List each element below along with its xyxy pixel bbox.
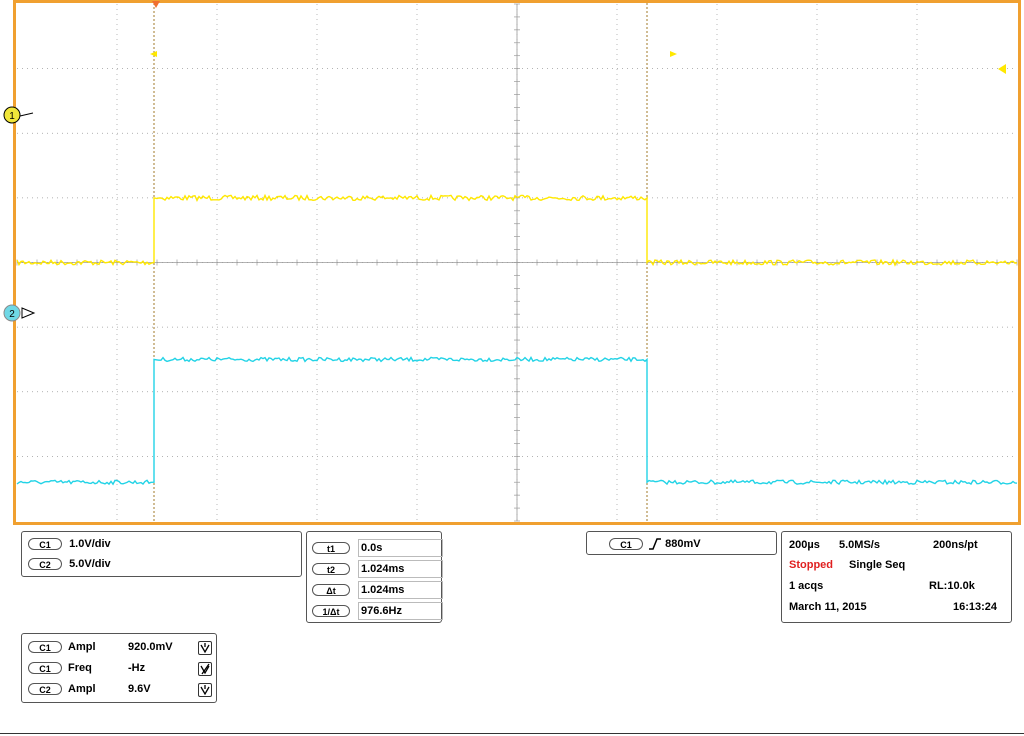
acquisition-mode[interactable]: Single Seq	[849, 559, 905, 571]
cursor-badge: t1	[312, 542, 350, 554]
trigger-panel[interactable]: C1 880mV	[586, 531, 777, 555]
measurement-value: 9.6V	[128, 683, 151, 695]
measurement-ok-icon	[198, 683, 212, 697]
measurement-value: 920.0mV	[128, 641, 173, 653]
scope-display[interactable]: 1 2	[0, 0, 1024, 530]
trigger-source-badge[interactable]: C1	[609, 538, 643, 550]
acquisition-time: 16:13:24	[953, 601, 998, 613]
resolution-value: 200ns/pt	[933, 539, 978, 551]
measurement-panel[interactable]: C1 Ampl 920.0mV C1 Freq -Hz C2 Ampl 9.6V	[21, 633, 217, 703]
acquisition-state[interactable]: Stopped	[789, 559, 833, 571]
cursor-value: 0.0s	[358, 539, 443, 557]
cursor-row-t1[interactable]: t1 0.0s	[312, 539, 443, 557]
cursor-row-delta[interactable]: Δt 1.024ms	[312, 581, 443, 599]
trigger-row[interactable]: C1 880mV	[609, 537, 701, 551]
cursor-badge: Δt	[312, 584, 350, 596]
cursor-row-inverse-delta[interactable]: 1/Δt 976.6Hz	[312, 602, 443, 620]
measurement-name: Ampl	[68, 641, 96, 653]
rising-edge-icon	[649, 538, 662, 550]
cursor-badge: 1/Δt	[312, 605, 350, 617]
measurement-value: -Hz	[128, 662, 146, 674]
acquisition-count: 1 acqs	[789, 580, 824, 592]
cursor-value: 1.024ms	[358, 581, 443, 599]
measurement-error-icon	[198, 662, 212, 676]
cursor-value: 976.6Hz	[358, 602, 443, 620]
bottom-divider	[0, 733, 1024, 734]
ch1-marker-label: 1	[9, 111, 15, 122]
trigger-level-value: 880mV	[665, 537, 701, 550]
cursor-row-t2[interactable]: t2 1.024ms	[312, 560, 443, 578]
channel-scale-row[interactable]: C2 5.0V/div	[28, 558, 111, 571]
ch2-marker-label: 2	[9, 309, 15, 320]
channel-badge: C1	[28, 662, 62, 675]
cursor-value: 1.024ms	[358, 560, 443, 578]
channel-scale-value: 1.0V/div	[69, 538, 111, 550]
acquisition-date: March 11, 2015	[789, 601, 867, 613]
channel-badge: C2	[28, 683, 62, 696]
cursor-readout-panel[interactable]: t1 0.0s t2 1.024ms Δt 1.024ms 1/Δt 976.6…	[306, 531, 443, 623]
channel-scale-panel[interactable]: C1 1.0V/div C2 5.0V/div	[21, 531, 302, 577]
sample-rate-value: 5.0MS/s	[839, 539, 880, 551]
acquisition-panel[interactable]: 200µs 5.0MS/s 200ns/pt Stopped Single Se…	[781, 531, 1012, 623]
timebase-value[interactable]: 200µs	[789, 539, 820, 551]
channel-badge[interactable]: C1	[28, 538, 62, 551]
measurement-ok-icon	[198, 641, 212, 655]
channel-scale-row[interactable]: C1 1.0V/div	[28, 538, 111, 551]
measurement-row[interactable]: C1 Ampl 920.0mV	[28, 641, 214, 657]
measurement-row[interactable]: C1 Freq -Hz	[28, 662, 214, 678]
measurement-name: Ampl	[68, 683, 96, 695]
cursor-badge: t2	[312, 563, 350, 575]
record-length[interactable]: RL:10.0k	[929, 580, 975, 592]
measurement-name: Freq	[68, 662, 92, 674]
channel-badge: C1	[28, 641, 62, 654]
channel-scale-value: 5.0V/div	[69, 558, 111, 570]
channel-badge[interactable]: C2	[28, 558, 62, 571]
measurement-row[interactable]: C2 Ampl 9.6V	[28, 683, 214, 699]
